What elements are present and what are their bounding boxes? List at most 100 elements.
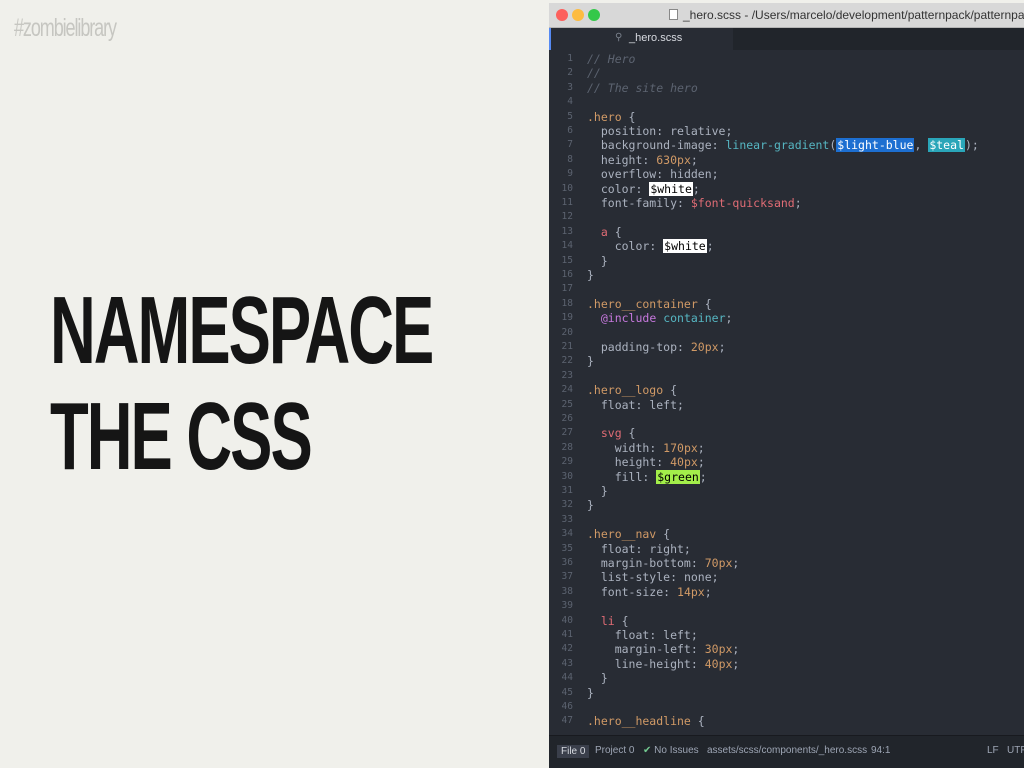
- code-text: color: $white;: [587, 181, 700, 196]
- code-text: }: [587, 254, 608, 268]
- line-number: 24: [561, 384, 573, 396]
- code-text: position: relative;: [587, 124, 733, 138]
- tab-hero-scss[interactable]: ⚲ _hero.scss: [549, 28, 733, 50]
- code-text: height: 40px;: [587, 455, 705, 469]
- code-token: }: [587, 354, 594, 369]
- line-number: 43: [561, 657, 573, 669]
- code-text: }: [587, 671, 608, 685]
- code-token: height: [587, 152, 643, 167]
- code-text: margin-bottom: 70px;: [587, 556, 740, 570]
- code-token: 40px: [670, 455, 698, 470]
- code-token: ;: [692, 181, 700, 196]
- line-number: 17: [561, 283, 573, 295]
- line-number: 44: [561, 672, 573, 684]
- minimize-window-icon[interactable]: [572, 9, 584, 21]
- slide-headline: NAMESPACE THE CSS: [50, 278, 434, 490]
- code-token: line-height: [587, 656, 691, 671]
- code-token: .hero__nav: [587, 527, 657, 542]
- line-number: 36: [561, 557, 573, 568]
- line-number: 20: [561, 326, 573, 338]
- zoom-window-icon[interactable]: [588, 9, 600, 21]
- line-number: 25: [561, 398, 573, 410]
- file-icon: ⚲: [615, 32, 623, 43]
- line-number: 47: [561, 715, 573, 727]
- code-token: :: [649, 440, 664, 455]
- code-token: ;: [732, 642, 740, 657]
- code-text: font-family: $font-quicksand;: [587, 196, 802, 210]
- code-token: }: [587, 253, 608, 268]
- code-text: .hero__logo {: [587, 383, 677, 397]
- line-number: 45: [561, 686, 573, 698]
- code-token: ;: [690, 152, 698, 167]
- code-token: ;: [697, 455, 705, 470]
- code-token: ;: [699, 469, 707, 484]
- code-text: background-image: linear-gradient($light…: [587, 138, 979, 153]
- line-number: 35: [561, 542, 573, 554]
- code-text: height: 630px;: [587, 153, 698, 167]
- line-number: 37: [561, 571, 573, 583]
- status-encoding[interactable]: UTF: [1007, 745, 1024, 756]
- code-text: fill: $green;: [587, 469, 707, 484]
- code-text: }: [587, 354, 594, 368]
- code-token: background-image: [587, 138, 712, 153]
- code-token: ;: [732, 556, 740, 570]
- line-number: 40: [561, 614, 573, 626]
- code-token: : none;: [670, 570, 719, 585]
- close-window-icon[interactable]: [556, 9, 568, 21]
- code-text: padding-top: 20px;: [587, 340, 726, 354]
- code-token: $white: [663, 239, 707, 254]
- window-title: _hero.scss - /Users/marcelo/development/…: [683, 8, 1024, 22]
- code-text: float: left;: [587, 398, 684, 412]
- code-editor[interactable]: 1// Hero 2//3// The site hero 4 5 .hero {6 p…: [549, 50, 1024, 736]
- code-token: $font-quicksand: [690, 196, 795, 210]
- code-token: container: [663, 311, 726, 326]
- line-number: 9: [567, 168, 573, 180]
- line-number: 29: [561, 456, 573, 468]
- code-token: ;: [732, 656, 740, 671]
- checkmark-icon: ✔: [643, 745, 652, 756]
- line-number: 16: [561, 269, 573, 280]
- code-token: padding-top: [587, 340, 678, 354]
- code-text: float: right;: [587, 542, 691, 556]
- status-cursor-position[interactable]: 94:1: [871, 745, 890, 756]
- status-file-path[interactable]: assets/scss/components/_hero.scss: [707, 745, 867, 756]
- line-number: 5: [567, 110, 573, 122]
- code-token: margin-bottom: [587, 556, 691, 570]
- line-number: 10: [561, 182, 573, 194]
- code-token: ;: [718, 340, 726, 354]
- code-token: // Hero: [587, 52, 636, 66]
- code-token: font-family: [587, 196, 678, 210]
- code-token: {: [607, 224, 622, 239]
- status-file-tab[interactable]: File 0: [557, 745, 590, 758]
- line-number: 26: [561, 413, 573, 424]
- code-token: float: [587, 628, 650, 642]
- line-number: 30: [561, 470, 573, 482]
- code-token: );: [964, 138, 979, 153]
- line-number: 38: [561, 585, 573, 597]
- code-text: .hero {: [587, 110, 635, 124]
- code-text: }: [587, 686, 594, 700]
- code-text: .hero__headline {: [587, 714, 705, 728]
- status-line-ending[interactable]: LF: [987, 745, 999, 756]
- code-text: .hero__container {: [587, 297, 712, 311]
- status-issues[interactable]: ✔ No Issues: [643, 745, 699, 756]
- code-token: ,: [914, 138, 929, 153]
- code-token: :: [711, 138, 726, 153]
- code-token: :: [649, 239, 664, 254]
- code-token: font-size: [587, 584, 664, 599]
- line-number: 42: [561, 643, 573, 655]
- code-token: ;: [725, 311, 733, 326]
- code-token: overflow: [587, 167, 657, 182]
- code-token: : relative;: [656, 124, 733, 138]
- line-number: 7: [567, 139, 573, 151]
- status-project-tab[interactable]: Project 0: [595, 745, 634, 756]
- code-token: ;: [704, 584, 712, 599]
- line-number: 4: [567, 96, 573, 108]
- code-token: $light-blue: [836, 138, 915, 153]
- code-token: 40px: [704, 656, 733, 671]
- code-token: float: [587, 397, 636, 412]
- code-token: $green: [656, 469, 700, 484]
- line-number: 23: [561, 369, 573, 381]
- line-number: 14: [561, 240, 573, 252]
